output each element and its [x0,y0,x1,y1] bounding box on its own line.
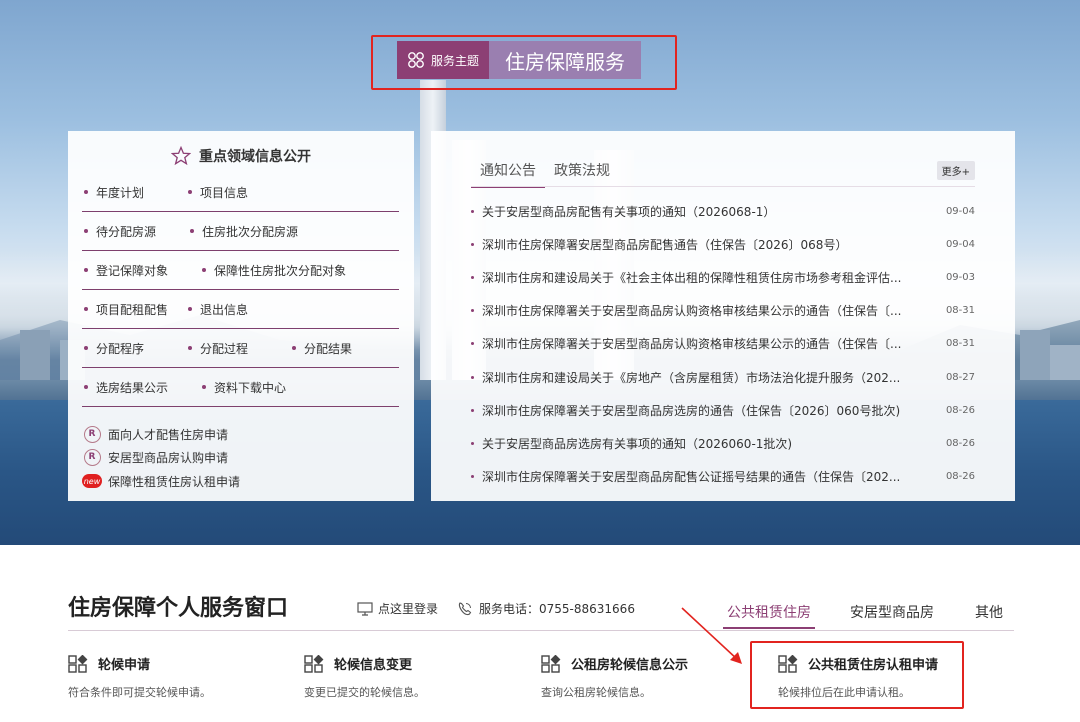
hotline-label: 服务电话：0755-88631666 [479,602,635,616]
apps-icon [541,654,561,673]
pointer-arrow-icon [681,607,742,664]
service-hotline: 服务电话：0755-88631666 [457,600,635,617]
news-item[interactable]: 深圳市住房保障署关于安居型商品房选房的通告（住保告〔2026〕060号批次) 08… [471,400,975,420]
service-theme-tag: 服务主题 [397,41,490,79]
news-date: 09-04 [945,205,975,217]
service-theme-label: 服务主题 [431,53,480,68]
page-title: 住房保障服务 [489,41,642,79]
info-link-allocation-result[interactable]: 分配结果 [292,340,352,357]
info-row: 待分配房源 住房批次分配房源 [82,212,399,251]
login-link[interactable]: 点这里登录 [357,600,438,617]
info-link-batch-housing[interactable]: 住房批次分配房源 [190,223,298,240]
news-item[interactable]: 关于安居型商品房配售有关事项的通知（2026068-1） 09-04 [471,201,975,221]
monitor-icon [357,601,373,616]
service-waitlist-change[interactable]: 轮候信息变更 变更已提交的轮候信息。 [304,654,504,700]
grid-icon [408,52,424,68]
news-date: 08-26 [945,470,975,482]
service-desc: 变更已提交的轮候信息。 [304,686,425,699]
news-date: 09-04 [945,238,975,250]
news-item[interactable]: 关于安居型商品房选房有关事项的通知（2026060-1批次) 08-26 [471,433,975,453]
info-link-pending-housing[interactable]: 待分配房源 [84,223,156,240]
tab-affordable-housing[interactable]: 安居型商品房 [850,602,934,622]
tabs-divider [471,186,975,187]
panel-title: 重点领域信息公开 [68,146,414,166]
tab-other[interactable]: 其他 [975,602,1003,622]
news-title: 深圳市住房和建设局关于《房地产（含房屋租赁）市场法治化提升服务（202... [482,370,901,385]
info-row: 项目配租配售 退出信息 [82,290,399,329]
login-label: 点这里登录 [378,602,439,616]
info-row: 选房结果公示 资料下载中心 [82,368,399,407]
service-name: 公租房轮候信息公示 [571,658,689,673]
news-item[interactable]: 深圳市住房和建设局关于《房地产（含房屋租赁）市场法治化提升服务（202... 08… [471,367,975,387]
info-link-selection-result[interactable]: 选房结果公示 [84,379,168,396]
news-title: 深圳市住房保障署关于安居型商品房认购资格审核结果公示的通告（住保告〔... [482,336,902,351]
news-item[interactable]: 深圳市住房保障署安居型商品房配售通告（住保告〔2026〕068号） 09-04 [471,234,975,254]
news-date: 08-31 [945,304,975,316]
service-highlight-box [750,641,964,709]
info-link-allocation-procedure[interactable]: 分配程序 [84,340,144,357]
info-link-exit-info[interactable]: 退出信息 [188,301,248,318]
news-title: 深圳市住房保障署安居型商品房配售通告（住保告〔2026〕068号） [482,237,848,252]
news-item[interactable]: 深圳市住房和建设局关于《社会主体出租的保障性租赁住房市场参考租金评估... 09-… [471,267,975,287]
star-icon [171,146,191,166]
tab-notices[interactable]: 通知公告 [471,160,545,188]
service-waitlist-application[interactable]: 轮候申请 符合条件即可提交轮候申请。 [68,654,268,700]
notice-panel: 通知公告 政策法规 更多+ 关于安居型商品房配售有关事项的通知（2026068-… [431,131,1015,501]
apply-link-label: 安居型商品房认购申请 [108,450,229,465]
notice-tabs: 通知公告 政策法规 [471,160,619,188]
news-item[interactable]: 深圳市住房保障署关于安居型商品房认购资格审核结果公示的通告（住保告〔... 08-… [471,333,975,353]
news-date: 08-31 [945,337,975,349]
news-title: 关于安居型商品房选房有关事项的通知（2026060-1批次) [482,436,793,451]
info-link-download-center[interactable]: 资料下载中心 [202,379,286,396]
info-link-annual-plan[interactable]: 年度计划 [84,184,144,201]
news-title: 关于安居型商品房配售有关事项的通知（2026068-1） [482,204,776,219]
more-button[interactable]: 更多+ [936,161,975,180]
apply-link-talent-housing[interactable]: R 面向人才配售住房申请 [82,425,228,443]
service-theme-badge: 服务主题 住房保障服务 [397,41,642,79]
info-link-project-allocation[interactable]: 项目配租配售 [84,301,168,318]
apply-link-label: 面向人才配售住房申请 [108,427,229,442]
news-item[interactable]: 深圳市住房保障署关于安居型商品房认购资格审核结果公示的通告（住保告〔... 08-… [471,300,975,320]
info-row: 年度计划 项目信息 [82,173,399,212]
apps-icon [68,654,88,673]
apply-link-affordable-purchase[interactable]: R 安居型商品房认购申请 [82,448,228,466]
service-name: 轮候信息变更 [334,658,413,673]
phone-icon [458,601,472,615]
badge-icon: R [82,425,102,443]
info-row: 登记保障对象 保障性住房批次分配对象 [82,251,399,290]
news-date: 08-26 [945,437,975,449]
news-title: 深圳市住房保障署关于安居型商品房选房的通告（住保告〔2026〕060号批次) [482,403,901,418]
service-desc: 符合条件即可提交轮候申请。 [68,686,211,699]
info-link-project-info[interactable]: 项目信息 [188,184,248,201]
panel-title-text: 重点领域信息公开 [199,149,311,165]
news-date: 08-26 [945,404,975,416]
news-date: 09-03 [945,271,975,283]
info-row: 分配程序 分配过程 分配结果 [82,329,399,368]
service-divider [68,630,1014,631]
news-item[interactable]: 深圳市住房保障署关于安居型商品房配售公证摇号结果的通告（住保告〔202... 08… [471,466,975,486]
news-title: 深圳市住房保障署关于安居型商品房认购资格审核结果公示的通告（住保告〔... [482,303,902,318]
info-link-registered-recipients[interactable]: 登记保障对象 [84,262,168,279]
tab-policies[interactable]: 政策法规 [545,160,619,188]
info-link-batch-recipients[interactable]: 保障性住房批次分配对象 [202,262,346,279]
key-area-info-panel: 重点领域信息公开 年度计划 项目信息 待分配房源 住房批次分配房源 登记保障对象… [68,131,414,501]
news-title: 深圳市住房和建设局关于《社会主体出租的保障性租赁住房市场参考租金评估... [482,270,902,285]
badge-icon: R [82,448,102,466]
apply-link-rental-housing[interactable]: new 保障性租赁住房认租申请 [82,472,240,490]
new-badge-icon: new [82,472,102,490]
service-name: 轮候申请 [98,658,151,673]
news-title: 深圳市住房保障署关于安居型商品房配售公证摇号结果的通告（住保告〔202... [482,469,901,484]
apply-link-label: 保障性租赁住房认租申请 [108,474,241,489]
apps-icon [304,654,324,673]
service-section-title: 住房保障个人服务窗口 [68,596,289,621]
news-date: 08-27 [945,371,975,383]
service-desc: 查询公租房轮候信息。 [541,686,651,699]
info-link-allocation-process[interactable]: 分配过程 [188,340,248,357]
